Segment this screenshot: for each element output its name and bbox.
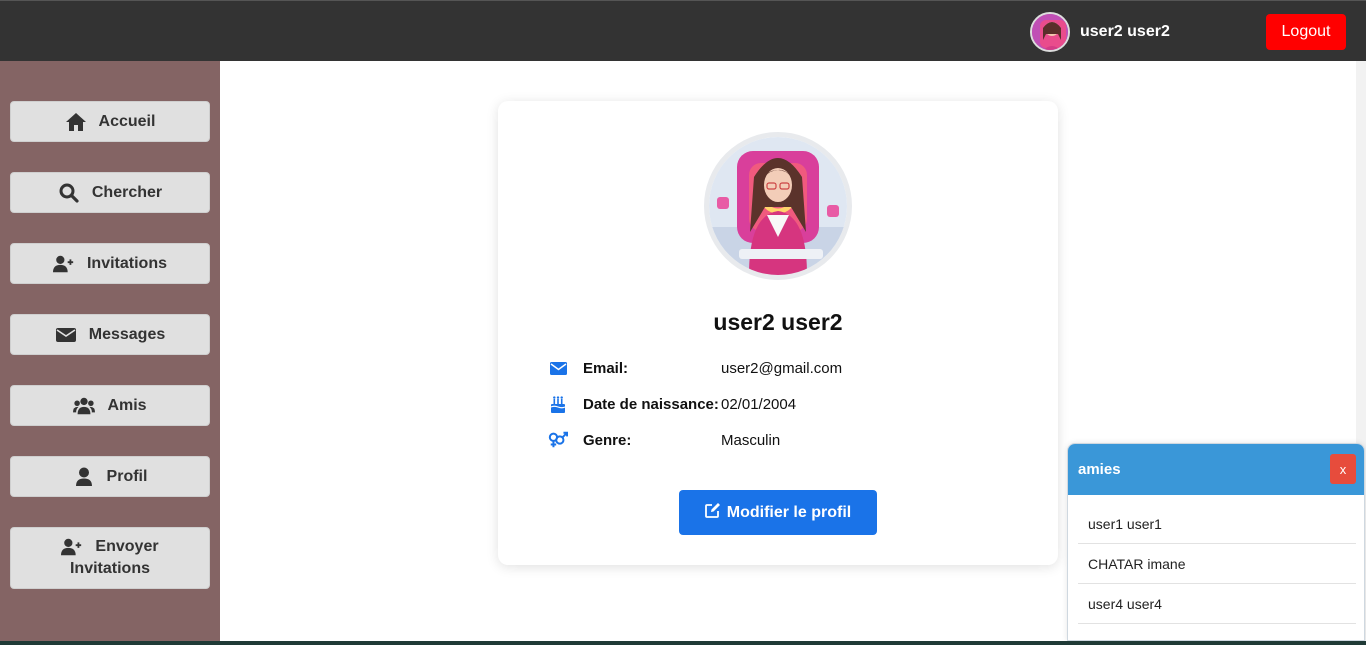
list-item[interactable]: user1 user1 bbox=[1078, 504, 1356, 544]
sidebar-item-accueil[interactable]: Accueil bbox=[10, 101, 210, 142]
logout-button[interactable]: Logout bbox=[1266, 14, 1346, 50]
sidebar-item-profil[interactable]: Profil bbox=[10, 456, 210, 497]
envelope-icon bbox=[55, 325, 77, 345]
user-icon bbox=[73, 467, 95, 487]
close-button[interactable]: x bbox=[1330, 454, 1356, 484]
birthdate-value: 02/01/2004 bbox=[721, 395, 797, 413]
list-item[interactable]: user4 user4 bbox=[1078, 584, 1356, 624]
home-icon bbox=[65, 112, 87, 132]
sidebar-item-messages[interactable]: Messages bbox=[10, 314, 210, 355]
sidebar-item-invitations[interactable]: Invitations bbox=[10, 243, 210, 284]
profile-name: user2 user2 bbox=[713, 309, 843, 335]
sidebar: Accueil Chercher Invitations Messages Am… bbox=[0, 61, 220, 645]
email-label: Email: bbox=[583, 359, 629, 377]
avatar[interactable] bbox=[1030, 12, 1070, 52]
search-icon bbox=[58, 183, 80, 203]
info-row-birthdate: Date de naissance: 02/01/2004 bbox=[548, 392, 796, 416]
header-username: user2 user2 bbox=[1080, 23, 1170, 40]
top-navbar: user2 user2 Logout bbox=[0, 0, 1366, 61]
envelope-icon bbox=[548, 359, 568, 377]
user-plus-icon bbox=[52, 254, 75, 274]
sidebar-item-label: Invitations bbox=[69, 560, 150, 577]
list-item[interactable]: CHATAR imane bbox=[1078, 544, 1356, 584]
sidebar-item-amis[interactable]: Amis bbox=[10, 385, 210, 426]
birthday-cake-icon bbox=[548, 395, 568, 413]
sidebar-item-label: Messages bbox=[88, 325, 166, 343]
email-value: user2@gmail.com bbox=[721, 359, 843, 377]
edit-icon bbox=[704, 502, 721, 523]
info-row-gender: Genre: Masculin bbox=[548, 428, 780, 452]
gender-label: Genre: bbox=[583, 431, 632, 449]
sidebar-item-label: Envoyer bbox=[95, 538, 159, 555]
profile-card: user2 user2 Email: user2@gmail.com Date … bbox=[498, 101, 1058, 565]
birthdate-label: Date de naissance: bbox=[583, 395, 719, 413]
friends-list: user1 user1 CHATAR imane user4 user4 bbox=[1068, 495, 1364, 624]
taskbar-edge bbox=[0, 641, 1366, 645]
sidebar-item-envoyer-invitations[interactable]: Envoyer Invitations bbox=[10, 527, 210, 589]
friends-panel-header: amies x bbox=[1068, 444, 1364, 495]
info-row-email: Email: user2@gmail.com bbox=[548, 356, 842, 380]
edit-profile-label: Modifier le profil bbox=[726, 503, 852, 521]
edit-profile-button[interactable]: Modifier le profil bbox=[679, 490, 877, 535]
friends-panel: amies x user1 user1 CHATAR imane user4 u… bbox=[1067, 443, 1365, 641]
gender-icon bbox=[548, 431, 568, 449]
sidebar-item-label: Invitations bbox=[86, 254, 167, 272]
sidebar-item-label: Profil bbox=[106, 467, 148, 485]
user-plus-icon bbox=[61, 537, 83, 557]
sidebar-item-label: Accueil bbox=[98, 112, 156, 130]
sidebar-item-label: Amis bbox=[107, 396, 147, 414]
friends-panel-title: amies bbox=[1078, 461, 1121, 478]
profile-picture bbox=[704, 132, 852, 280]
sidebar-item-label: Chercher bbox=[91, 183, 163, 201]
users-icon bbox=[73, 396, 96, 416]
sidebar-item-chercher[interactable]: Chercher bbox=[10, 172, 210, 213]
gender-value: Masculin bbox=[721, 431, 781, 449]
